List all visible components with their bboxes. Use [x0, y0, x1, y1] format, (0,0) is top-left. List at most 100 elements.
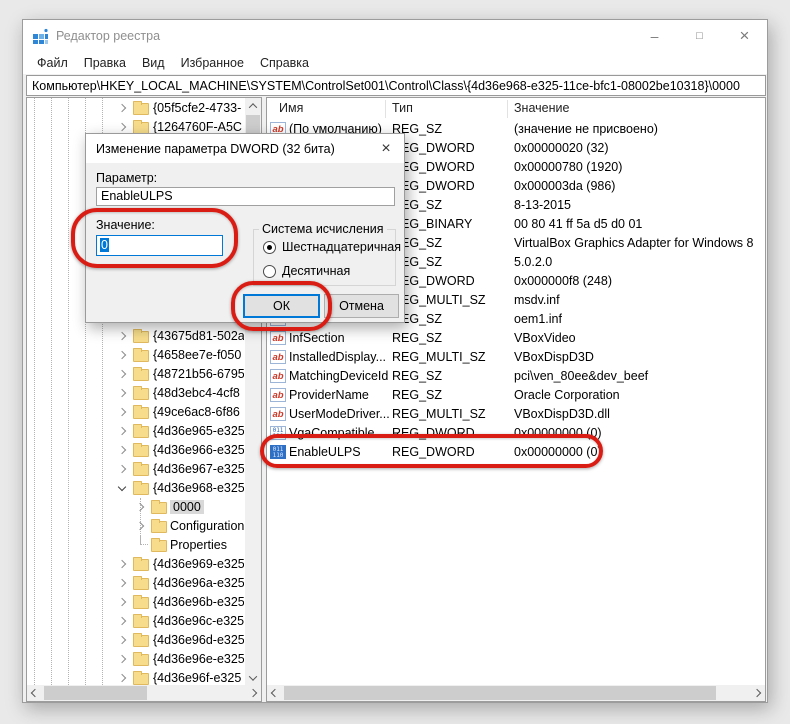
- folder-icon: [151, 538, 167, 552]
- scroll-left-button[interactable]: [267, 685, 283, 701]
- param-label: Параметр:: [96, 171, 158, 185]
- chevron-right-icon[interactable]: [117, 407, 127, 417]
- radio-unchecked-icon[interactable]: [263, 264, 276, 278]
- tree-horizontal-scrollbar[interactable]: [27, 685, 261, 701]
- chevron-right-icon[interactable]: [117, 673, 127, 683]
- maximize-button[interactable]: □: [677, 20, 722, 52]
- chevron-right-icon[interactable]: [117, 103, 127, 113]
- chevron-right-icon[interactable]: [117, 445, 127, 455]
- chevron-right-icon[interactable]: [117, 578, 127, 588]
- tree-item-label: {4d36e969-e325: [153, 557, 244, 571]
- column-header-name[interactable]: Имя: [279, 101, 303, 115]
- registry-editor-window: Редактор реестра – □ × Файл Правка Вид И…: [22, 19, 768, 703]
- value-data: 0x00000780 (1920): [514, 160, 623, 174]
- radio-decimal[interactable]: Десятичная: [263, 264, 350, 278]
- registry-value-row[interactable]: ProviderName REG_SZ Oracle Corporation: [267, 386, 765, 405]
- menu-edit[interactable]: Правка: [76, 56, 134, 70]
- tree-item[interactable]: {4d36e965-e325: [27, 422, 244, 441]
- arrow-down-icon: [248, 672, 258, 681]
- tree-item[interactable]: {4d36e96e-e325: [27, 650, 244, 669]
- tree-item[interactable]: {4658ee7e-f050: [27, 346, 244, 365]
- folder-icon: [133, 329, 149, 343]
- registry-value-row[interactable]: InfSection REG_SZ VBoxVideo: [267, 329, 765, 348]
- tree-item[interactable]: {48721b56-6795: [27, 365, 244, 384]
- chevron-right-icon[interactable]: [117, 654, 127, 664]
- menu-help[interactable]: Справка: [252, 56, 317, 70]
- menu-file[interactable]: Файл: [29, 56, 76, 70]
- list-horizontal-scrollbar[interactable]: [267, 685, 765, 701]
- chevron-right-icon[interactable]: [135, 521, 145, 531]
- chevron-right-icon[interactable]: [117, 369, 127, 379]
- chevron-down-icon[interactable]: [117, 482, 127, 492]
- list-header: Имя Тип Значение: [267, 98, 765, 120]
- radio-checked-icon[interactable]: [263, 240, 276, 254]
- param-name-field[interactable]: EnableULPS: [96, 187, 395, 206]
- tree-item-0000-selected[interactable]: 0000: [27, 498, 244, 517]
- column-separator[interactable]: [385, 100, 386, 118]
- chevron-right-icon[interactable]: [117, 122, 127, 132]
- registry-value-row[interactable]: InstalledDisplay... REG_MULTI_SZ VBoxDis…: [267, 348, 765, 367]
- tree-item[interactable]: Configuration: [27, 517, 244, 536]
- chevron-right-icon[interactable]: [135, 502, 145, 512]
- param-name-text: EnableULPS: [101, 189, 173, 203]
- minimize-button[interactable]: –: [632, 20, 677, 52]
- menu-favorites[interactable]: Избранное: [173, 56, 252, 70]
- arrow-up-icon: [248, 103, 258, 112]
- radio-hexadecimal[interactable]: Шестнадцатеричная: [263, 240, 401, 254]
- scroll-left-button[interactable]: [27, 685, 43, 701]
- tree-item[interactable]: {4d36e96c-e325: [27, 612, 244, 631]
- value-data: 5.0.2.0: [514, 255, 553, 269]
- tree-item[interactable]: {05f5cfe2-4733-: [27, 99, 244, 118]
- tree-item[interactable]: {4d36e96b-e325: [27, 593, 244, 612]
- chevron-right-icon[interactable]: [117, 464, 127, 474]
- tree-item[interactable]: {4d36e96d-e325: [27, 631, 244, 650]
- scrollbar-thumb[interactable]: [284, 686, 716, 700]
- folder-icon: [133, 367, 149, 381]
- tree-item[interactable]: {48d3ebc4-4cf8: [27, 384, 244, 403]
- tree-item[interactable]: {4d36e96a-e325: [27, 574, 244, 593]
- column-header-value[interactable]: Значение: [514, 101, 569, 115]
- scrollbar-thumb[interactable]: [44, 686, 147, 700]
- dialog-close-icon[interactable]: ×: [368, 134, 404, 163]
- tree-item[interactable]: {4d36e967-e325: [27, 460, 244, 479]
- column-separator[interactable]: [507, 100, 508, 118]
- folder-icon: [133, 101, 149, 115]
- chevron-right-icon[interactable]: [117, 388, 127, 398]
- arrow-left-icon: [30, 688, 40, 698]
- chevron-right-icon[interactable]: [117, 635, 127, 645]
- chevron-right-icon[interactable]: [117, 559, 127, 569]
- tree-item[interactable]: Properties: [27, 536, 244, 555]
- chevron-right-icon[interactable]: [117, 597, 127, 607]
- column-header-type[interactable]: Тип: [392, 101, 413, 115]
- chevron-right-icon[interactable]: [117, 331, 127, 341]
- value-name: UserModeDriver...: [289, 407, 390, 421]
- scroll-up-button[interactable]: [245, 98, 261, 114]
- tree-item[interactable]: {49ce6ac8-6f86: [27, 403, 244, 422]
- folder-icon: [133, 633, 149, 647]
- value-type: REG_SZ: [392, 331, 443, 345]
- scroll-right-button[interactable]: [749, 685, 765, 701]
- menu-view[interactable]: Вид: [134, 56, 173, 70]
- chevron-right-icon[interactable]: [117, 616, 127, 626]
- tree-item-label: {4d36e96d-e325: [153, 633, 244, 647]
- close-button[interactable]: ×: [722, 20, 767, 52]
- chevron-right-icon[interactable]: [117, 426, 127, 436]
- tree-item[interactable]: {4d36e969-e325: [27, 555, 244, 574]
- cancel-button[interactable]: Отмена: [324, 294, 399, 318]
- scroll-down-button[interactable]: [245, 670, 261, 686]
- tree-item-label: {48d3ebc4-4cf8: [153, 386, 240, 400]
- tree-item-label: {48721b56-6795: [153, 367, 244, 381]
- registry-value-row[interactable]: UserModeDriver... REG_MULTI_SZ VBoxDispD…: [267, 405, 765, 424]
- tree-item-expanded[interactable]: {4d36e968-e325: [27, 479, 244, 498]
- tree-item-label: 0000: [170, 500, 204, 514]
- chevron-right-icon[interactable]: [117, 350, 127, 360]
- cancel-button-label: Отмена: [339, 299, 384, 313]
- registry-value-row[interactable]: MatchingDeviceId REG_SZ pci\ven_80ee&dev…: [267, 367, 765, 386]
- address-bar[interactable]: Компьютер\HKEY_LOCAL_MACHINE\SYSTEM\Cont…: [26, 75, 766, 96]
- radix-groupbox: Система исчисления Шестнадцатеричная Дес…: [253, 222, 401, 286]
- value-data: Oracle Corporation: [514, 388, 620, 402]
- tree-item[interactable]: {43675d81-502a: [27, 327, 244, 346]
- scroll-right-button[interactable]: [245, 685, 261, 701]
- tree-item[interactable]: {4d36e966-e325: [27, 441, 244, 460]
- folder-icon: [133, 443, 149, 457]
